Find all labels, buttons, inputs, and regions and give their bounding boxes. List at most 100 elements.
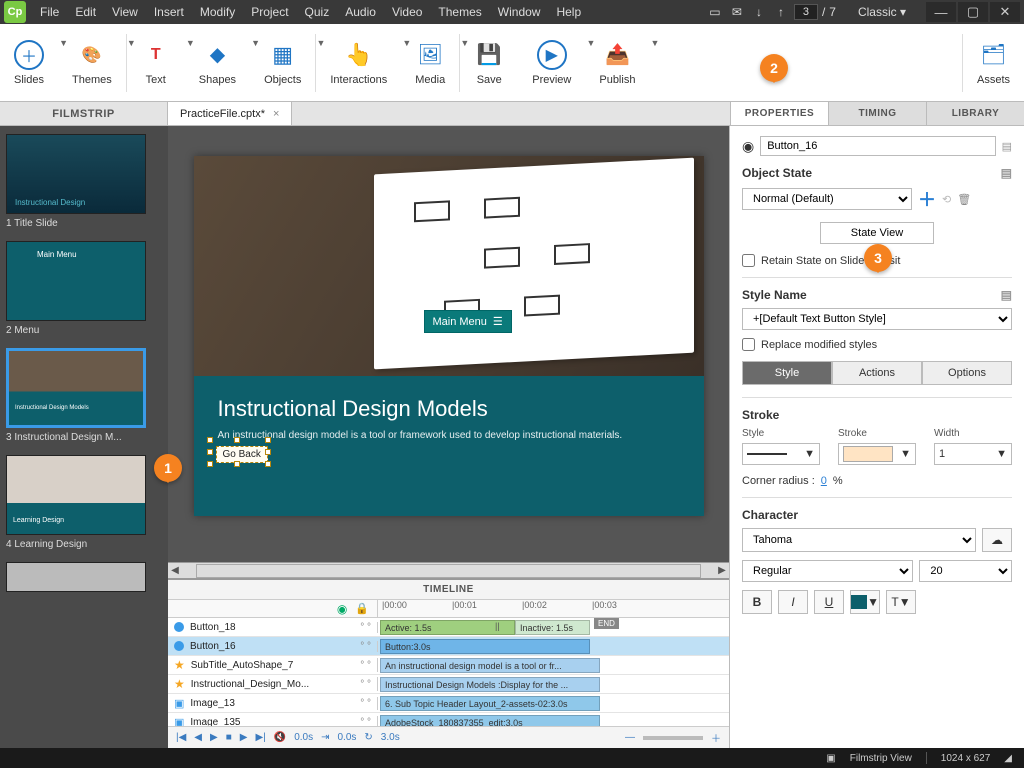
retain-state-checkbox[interactable] [742,254,755,267]
menu-modify[interactable]: Modify [192,5,243,19]
timeline-bar[interactable]: AdobeStock_180837355_edit:3.0s [380,715,600,726]
horizontal-scrollbar[interactable]: ◀ ▶ [168,562,729,578]
ribbon-shapes[interactable]: ◆▼ Shapes [185,24,250,101]
go-back-button[interactable]: Go Back [216,446,268,463]
main-menu-button[interactable]: Main Menu ☰ [424,310,512,333]
lock-icon[interactable]: 🔒 [355,602,369,615]
replace-styles-checkbox[interactable] [742,338,755,351]
ribbon-save[interactable]: 💾 Save [460,24,518,101]
tl-zoom-slider[interactable] [643,736,703,740]
state-dropdown[interactable]: Normal (Default) [742,188,912,210]
menu-view[interactable]: View [104,5,146,19]
tab-actions[interactable]: Actions [832,361,922,385]
slide-thumb-4[interactable]: 4 Learning Design [6,455,162,550]
eye-icon[interactable]: ◉ [337,602,347,616]
tab-properties[interactable]: PROPERTIES [730,102,828,125]
ribbon-publish[interactable]: 📤▼ Publish [585,24,649,101]
menu-quiz[interactable]: Quiz [297,5,338,19]
tl-last-icon[interactable]: ▶| [255,732,265,743]
ribbon-media[interactable]: 🖼▼ Media [401,24,459,101]
underline-button[interactable]: U [814,590,844,614]
slide-current-input[interactable]: 3 [794,4,818,20]
slide-thumb-5[interactable] [6,562,162,592]
ribbon-assets[interactable]: 🗂 Assets [963,24,1024,101]
menu-edit[interactable]: Edit [67,5,104,19]
reset-state-icon[interactable]: ⟲ [942,193,951,206]
menu-insert[interactable]: Insert [146,5,192,19]
tl-next-icon[interactable]: ▶ [240,732,248,743]
stroke-width-dropdown[interactable]: 1▼ [934,443,1012,465]
device-preview-icon[interactable]: ▭ [706,3,724,21]
timeline-row[interactable]: ★SubTitle_AutoShape_7° °An instructional… [168,656,729,675]
status-layout-icon[interactable]: ▣ [826,753,835,764]
timeline-row[interactable]: ▣Image_13° °6. Sub Topic Header Layout_2… [168,694,729,713]
stage-area[interactable]: Main Menu ☰ Instructional Design Models … [168,126,729,562]
tab-timing[interactable]: TIMING [828,102,926,125]
timeline-bar[interactable]: An instructional design model is a tool … [380,658,600,673]
highlight-button[interactable]: T▼ [886,590,916,614]
cc-fonts-icon[interactable]: ☁ [982,528,1012,552]
tl-marker-icon[interactable]: ⇥ [321,732,329,743]
minimize-button[interactable]: — [926,2,956,22]
scroll-right-icon[interactable]: ▶ [715,565,729,576]
tl-prev-icon[interactable]: ◀ [194,732,202,743]
text-color-button[interactable]: ▼ [850,590,880,614]
corner-radius-value[interactable]: 0 [821,475,827,487]
tl-first-icon[interactable]: |◀ [176,732,186,743]
menu-help[interactable]: Help [548,5,589,19]
timeline-bar[interactable]: Instructional Design Models :Display for… [380,677,600,692]
status-resize-icon[interactable]: ◢ [1004,753,1012,764]
menu-project[interactable]: Project [243,5,296,19]
filmstrip-panel[interactable]: 1 Title Slide 2 Menu 3 Instructional Des… [0,126,168,748]
document-tab[interactable]: PracticeFile.cptx* × [168,102,292,125]
maximize-button[interactable]: ▢ [958,2,988,22]
tab-library[interactable]: LIBRARY [926,102,1024,125]
slide-canvas[interactable]: Main Menu ☰ Instructional Design Models … [194,156,704,516]
delete-state-icon[interactable]: 🗑 [957,193,971,206]
font-size-dropdown[interactable]: 20 [919,560,1012,582]
menu-window[interactable]: Window [490,5,549,19]
tab-style[interactable]: Style [742,361,832,385]
arrow-down-icon[interactable]: ↓ [750,3,768,21]
mail-icon[interactable]: ✉ [728,3,746,21]
ribbon-themes[interactable]: 🎨▼ Themes [58,24,126,101]
object-name-input[interactable] [760,136,995,156]
bold-button[interactable]: B [742,590,772,614]
add-state-button[interactable]: ＋ [918,186,936,212]
stroke-style-dropdown[interactable]: ▼ [742,443,820,465]
ribbon-interactions[interactable]: 👆▼ Interactions [316,24,401,101]
ribbon-objects[interactable]: ▦▼ Objects [250,24,315,101]
style-name-dropdown[interactable]: +[Default Text Button Style] [742,308,1012,330]
tl-play-icon[interactable]: ▶ [210,732,218,743]
close-icon[interactable]: × [273,102,279,126]
ribbon-preview[interactable]: ▶▼ Preview [518,24,585,101]
timeline-row[interactable]: Button_16° °Button:3.0s [168,637,729,656]
slide-thumb-3[interactable]: 3 Instructional Design M... [6,348,162,443]
slide-thumb-1[interactable]: 1 Title Slide [6,134,162,229]
timeline-bar[interactable]: Button:3.0s [380,639,590,654]
timeline-bar[interactable]: 6. Sub Topic Header Layout_2-assets-02:3… [380,696,600,711]
close-button[interactable]: ✕ [990,2,1020,22]
ribbon-slides[interactable]: ＋▼ Slides [0,24,58,101]
tl-loop-icon[interactable]: ↻ [364,732,372,743]
menu-file[interactable]: File [32,5,67,19]
timeline-row[interactable]: ▣Image_135° °AdobeStock_180837355_edit:3… [168,713,729,726]
timeline-rows[interactable]: Button_18° °Active: 1.5sInactive: 1.5s||… [168,618,729,726]
arrow-up-icon[interactable]: ↑ [772,3,790,21]
state-view-button[interactable]: State View [820,222,934,244]
tl-audio-icon[interactable]: 🔇 [274,732,286,743]
tl-zoom-in-icon[interactable]: ＋ [711,730,721,745]
workspace-dropdown[interactable]: Classic ▾ [850,5,914,19]
options-icon[interactable]: ▤ [1001,288,1012,302]
menu-themes[interactable]: Themes [430,5,489,19]
font-family-dropdown[interactable]: Tahoma [742,528,976,552]
slide-thumb-2[interactable]: 2 Menu [6,241,162,336]
menu-audio[interactable]: Audio [337,5,384,19]
tl-stop-icon[interactable]: ■ [226,732,232,743]
options-icon[interactable]: ▤ [1001,166,1012,180]
menu-video[interactable]: Video [384,5,430,19]
tl-zoom-out-icon[interactable]: — [625,732,635,743]
timeline-row[interactable]: Button_18° °Active: 1.5sInactive: 1.5s|| [168,618,729,637]
timeline-row[interactable]: ★Instructional_Design_Mo...° °Instructio… [168,675,729,694]
ribbon-text[interactable]: T▼ Text [127,24,185,101]
